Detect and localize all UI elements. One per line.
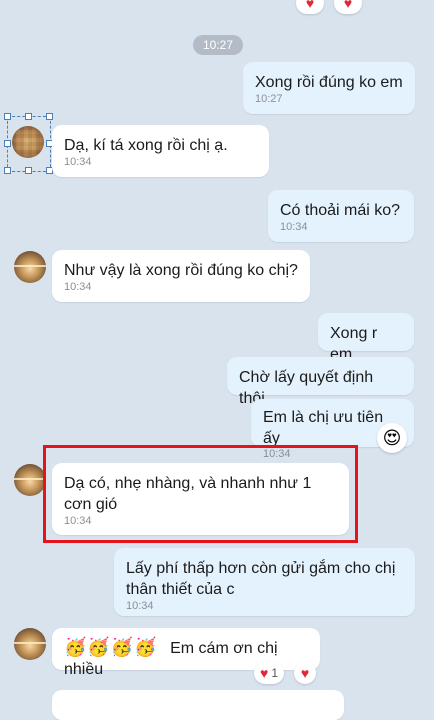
message-text: Như vậy là xong rồi đúng ko chị? xyxy=(64,262,298,279)
message-bubble-outgoing[interactable]: Xong r em xyxy=(318,313,414,363)
message-bubble-incoming-partial[interactable] xyxy=(52,690,344,720)
red-highlight-box xyxy=(43,445,358,543)
party-emoji-icon: 🥳🥳🥳🥳 xyxy=(64,637,158,657)
timestamp-divider: 10:27 xyxy=(193,35,244,55)
message-time: 10:34 xyxy=(64,281,92,293)
avatar[interactable] xyxy=(14,628,46,660)
message-text: Lấy phí thấp hơn còn gửi gắm cho chị thâ… xyxy=(126,560,396,598)
message-time: 10:34 xyxy=(64,156,92,168)
message-text: Có thoải mái ko? xyxy=(280,202,401,219)
avatar[interactable] xyxy=(14,251,46,283)
selection-handle[interactable] xyxy=(46,113,53,120)
heart-icon: ♥ xyxy=(343,0,353,11)
message-time: 10:27 xyxy=(255,93,283,105)
message-bubble-outgoing[interactable]: Xong rồi đúng ko em 10:27 xyxy=(243,62,415,114)
heart-icon: ♥ xyxy=(305,0,315,11)
heart-icon: ♥ xyxy=(260,665,269,681)
top-reaction-heart-2[interactable]: ♥ xyxy=(334,0,362,14)
selection-handle[interactable] xyxy=(25,113,32,120)
reaction-count: 1 xyxy=(271,666,278,680)
heart-eyes-emoji-icon: 😍 xyxy=(382,428,402,448)
message-time: 10:34 xyxy=(126,600,154,612)
avatar[interactable] xyxy=(14,464,46,496)
message-bubble-outgoing[interactable]: Chờ lấy quyết định thôi xyxy=(227,357,414,407)
heart-icon: ♥ xyxy=(300,665,310,681)
selection-handle[interactable] xyxy=(4,140,11,147)
reaction-heart-eyes[interactable]: 😍 xyxy=(377,423,407,453)
message-bubble-incoming[interactable]: Dạ, kí tá xong rồi chị ạ. 10:34 xyxy=(52,125,269,177)
message-text: Dạ, kí tá xong rồi chị ạ. xyxy=(64,137,228,154)
selection-handle[interactable] xyxy=(4,113,11,120)
message-bubble-incoming[interactable]: Như vậy là xong rồi đúng ko chị? 10:34 xyxy=(52,250,310,302)
reaction-heart[interactable]: ♥ xyxy=(294,662,316,684)
message-text: Xong rồi đúng ko em xyxy=(255,74,403,91)
message-time: 10:34 xyxy=(280,221,308,233)
selection-handle[interactable] xyxy=(25,167,32,174)
top-reaction-heart-1[interactable]: ♥ xyxy=(296,0,324,14)
message-bubble-outgoing[interactable]: Lấy phí thấp hơn còn gửi gắm cho chị thâ… xyxy=(114,548,415,616)
message-bubble-outgoing[interactable]: Có thoải mái ko? 10:34 xyxy=(268,190,414,242)
selection-handle[interactable] xyxy=(4,167,11,174)
reaction-heart-count[interactable]: ♥ 1 xyxy=(254,662,284,684)
avatar[interactable] xyxy=(12,126,44,158)
